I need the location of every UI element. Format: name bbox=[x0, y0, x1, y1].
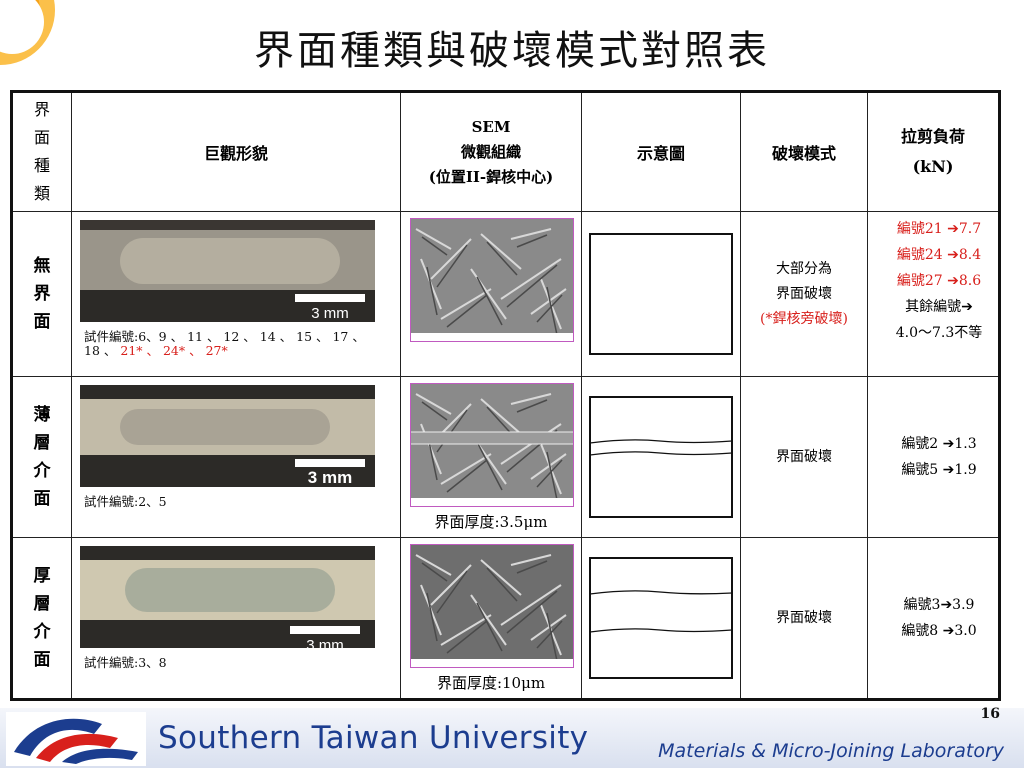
table-row: 薄層介面3 mm 試件編號:2、5 界面厚度:3.5μm 界面破壞 編號2 ➔1.3 編號… bbox=[11, 376, 1000, 538]
header-load-line1: 拉剪負荷 bbox=[900, 127, 965, 146]
load-cell: 編號2 ➔1.3 編號5 ➔1.9 bbox=[867, 376, 1000, 538]
header-macro: 巨觀形貌 bbox=[71, 91, 401, 212]
schematic-cell bbox=[581, 537, 741, 700]
specimen-list-highlight: 21* 、 24* 、 27* bbox=[120, 343, 228, 358]
schematic-cell bbox=[581, 376, 741, 538]
scale-label: 3 mm bbox=[306, 637, 344, 648]
load-value: 編號21 ➔7.7 bbox=[896, 221, 982, 237]
header-load: 拉剪負荷 (kN) bbox=[867, 91, 1000, 212]
interface-type-char: 面 bbox=[33, 312, 51, 332]
sem-cell bbox=[400, 211, 582, 377]
sem-cell: 界面厚度:10μm bbox=[400, 537, 582, 700]
table-header-row: 界面種類 巨觀形貌 SEM 微觀組織 (位置II-銲核中心) 示意圖 破壞模式 … bbox=[11, 91, 1000, 212]
interface-type-char: 面 bbox=[33, 650, 51, 670]
failure-mode-cell: 大部分為界面破壞 (*銲核旁破壞) bbox=[740, 211, 868, 377]
header-sem-line2: 微觀組織 bbox=[460, 142, 521, 161]
load-value: 其餘編號➔ bbox=[905, 299, 973, 315]
schematic-diagram bbox=[589, 233, 733, 355]
failure-mode-cell: 界面破壞 bbox=[740, 537, 868, 700]
sem-cell: 界面厚度:3.5μm bbox=[400, 376, 582, 538]
scale-label: 3 mm bbox=[308, 468, 352, 487]
header-failure-mode: 破壞模式 bbox=[740, 91, 868, 212]
header-interface-type: 界面種類 bbox=[11, 91, 72, 212]
failure-mode-note: (*銲核旁破壞) bbox=[760, 310, 848, 327]
load-value: 編號8 ➔3.0 bbox=[901, 623, 977, 639]
university-logo bbox=[6, 712, 146, 766]
specimen-list: 試件編號:3、8 bbox=[84, 655, 167, 670]
macro-photo: 3 mm bbox=[80, 220, 375, 322]
load-value: 編號3➔3.9 bbox=[903, 597, 975, 613]
macro-photo: 3 mm bbox=[80, 385, 375, 487]
header-sem-line3: (位置II-銲核中心) bbox=[428, 167, 554, 186]
load-value: 編號27 ➔8.6 bbox=[896, 273, 982, 289]
page-number: 16 bbox=[980, 706, 1000, 722]
schematic-diagram bbox=[589, 557, 733, 679]
interface-type-char: 層 bbox=[33, 433, 51, 453]
header-interface-char: 界 bbox=[33, 100, 50, 119]
load-value: 4.0～7.3不等 bbox=[895, 325, 983, 341]
macro-photo: 3 mm bbox=[80, 546, 375, 648]
failure-mode-text: 界面破壞 bbox=[776, 285, 832, 302]
header-interface-char: 面 bbox=[33, 128, 50, 147]
schematic-diagram bbox=[589, 396, 733, 518]
specimen-numbers: 試件編號:2、5 bbox=[84, 495, 384, 509]
interface-type-char: 無 bbox=[33, 256, 51, 276]
page-title: 界面種類與破壞模式對照表 bbox=[254, 28, 770, 74]
header-sem-line1: SEM bbox=[471, 117, 511, 136]
load-value: 編號5 ➔1.9 bbox=[901, 462, 977, 478]
macro-cell: 3 mm 試件編號:2、5 bbox=[71, 376, 401, 538]
header-interface-char: 種 bbox=[33, 156, 50, 175]
lab-name: Materials & Micro-Joining Laboratory bbox=[658, 740, 1004, 762]
comparison-table: 界面種類 巨觀形貌 SEM 微觀組織 (位置II-銲核中心) 示意圖 破壞模式 … bbox=[10, 90, 1001, 701]
scale-bar bbox=[290, 626, 360, 634]
university-name: Southern Taiwan University bbox=[158, 720, 589, 756]
interface-type-cell: 薄層介面 bbox=[11, 376, 72, 538]
failure-mode-text: 大部分為 bbox=[776, 260, 832, 277]
table-row: 無界面 3 mm 試件編號:6、9 、 11 、 12 、 14 、 15 、 17… bbox=[11, 211, 1000, 377]
scale-label: 3 mm bbox=[311, 305, 349, 322]
interface-type-char: 厚 bbox=[33, 566, 51, 586]
interface-type-char: 界 bbox=[33, 284, 51, 304]
header-load-line2: (kN) bbox=[912, 157, 954, 176]
failure-mode-text: 界面破壞 bbox=[776, 609, 832, 626]
interface-thickness: 界面厚度:3.5μm bbox=[434, 513, 548, 531]
load-cell: 編號3➔3.9 編號8 ➔3.0 bbox=[867, 537, 1000, 700]
sem-micrograph bbox=[410, 383, 574, 507]
specimen-list: 試件編號:2、5 bbox=[84, 494, 167, 509]
table-row: 厚層介面 3 mm 試件編號:3、8 界面厚度:10μm 界面破壞 編號3➔3.9 編號8 … bbox=[11, 537, 1000, 700]
load-value: 編號24 ➔8.4 bbox=[896, 247, 982, 263]
interface-type-char: 介 bbox=[33, 622, 51, 642]
scale-bar bbox=[295, 294, 365, 302]
header-sem: SEM 微觀組織 (位置II-銲核中心) bbox=[400, 91, 582, 212]
interface-type-cell: 厚層介面 bbox=[11, 537, 72, 700]
header-schematic: 示意圖 bbox=[581, 91, 741, 212]
failure-mode-cell: 界面破壞 bbox=[740, 376, 868, 538]
interface-type-cell: 無界面 bbox=[11, 211, 72, 377]
scale-bar bbox=[295, 459, 365, 467]
schematic-cell bbox=[581, 211, 741, 377]
macro-cell: 3 mm 試件編號:6、9 、 11 、 12 、 14 、 15 、 17 、 … bbox=[71, 211, 401, 377]
interface-thickness: 界面厚度:10μm bbox=[436, 674, 546, 692]
footer: Southern Taiwan University Materials & M… bbox=[0, 706, 1024, 768]
specimen-numbers: 試件編號:3、8 bbox=[84, 656, 384, 670]
interface-type-char: 薄 bbox=[33, 405, 51, 425]
sem-micrograph bbox=[410, 544, 574, 668]
macro-cell: 3 mm 試件編號:3、8 bbox=[71, 537, 401, 700]
interface-type-char: 面 bbox=[33, 489, 51, 509]
interface-type-char: 介 bbox=[33, 461, 51, 481]
interface-type-char: 層 bbox=[33, 594, 51, 614]
load-cell: 編號21 ➔7.7 編號24 ➔8.4 編號27 ➔8.6 其餘編號➔ 4.0～7.3不… bbox=[867, 211, 1000, 377]
sem-micrograph bbox=[410, 218, 574, 342]
specimen-numbers: 試件編號:6、9 、 11 、 12 、 14 、 15 、 17 、 18 、… bbox=[84, 330, 384, 358]
header-interface-char: 類 bbox=[33, 184, 50, 203]
load-value: 編號2 ➔1.3 bbox=[901, 436, 977, 452]
failure-mode-text: 界面破壞 bbox=[776, 448, 832, 465]
